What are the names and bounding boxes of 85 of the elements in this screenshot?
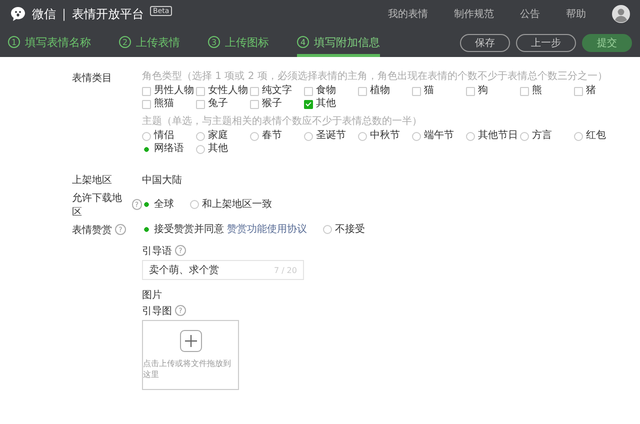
role-checkbox[interactable]: 女性人物: [196, 85, 250, 97]
role-checkbox[interactable]: 猫: [412, 85, 466, 97]
theme-radio[interactable]: 网络语: [142, 143, 196, 155]
role-checkbox[interactable]: 猪: [574, 85, 628, 97]
checkbox-icon[interactable]: [304, 86, 313, 96]
theme-radio[interactable]: 春节: [250, 130, 304, 142]
checkbox-icon[interactable]: [142, 100, 151, 108]
role-checkbox[interactable]: 男性人物: [142, 85, 196, 97]
role-hint: 角色类型（选择 1 项或 2 项，必须选择表情的主角，角色出现在表情的个数不少于表情总个数三分之一）: [142, 71, 608, 83]
radio-icon[interactable]: [520, 132, 529, 140]
title-divider: |: [62, 7, 66, 21]
role-checkbox[interactable]: 猴子: [250, 98, 304, 110]
checkbox-icon[interactable]: [574, 86, 583, 96]
brand-name: 微信: [32, 6, 56, 22]
radio-icon[interactable]: [196, 144, 205, 154]
field-label: 引导语: [142, 244, 172, 258]
nav-link[interactable]: 公告: [520, 7, 540, 21]
theme-radio[interactable]: 中秋节: [358, 130, 412, 142]
radio-icon[interactable]: [466, 132, 475, 140]
field-label: 表情类目: [72, 72, 113, 84]
radio-icon[interactable]: [574, 132, 583, 140]
step-tab[interactable]: 2 上传表情: [119, 28, 180, 57]
nav-link[interactable]: 帮助: [566, 7, 586, 21]
checkbox-icon[interactable]: [250, 86, 259, 96]
field-label: 表情赞赏: [72, 224, 112, 236]
avatar-icon[interactable]: [612, 5, 630, 23]
role-checkbox[interactable]: 纯文字: [250, 85, 304, 97]
radio-icon[interactable]: [190, 200, 199, 209]
role-checkbox[interactable]: 其他: [304, 98, 358, 110]
checkbox-icon[interactable]: [466, 86, 475, 96]
theme-radio[interactable]: 方言: [520, 130, 574, 142]
checkbox-icon[interactable]: [196, 100, 205, 108]
checkbox-icon[interactable]: [196, 86, 205, 96]
radio-icon[interactable]: [250, 132, 259, 140]
platform-title: 表情开放平台: [72, 6, 144, 22]
field-value: 中国大陆: [142, 174, 183, 186]
step-number: 3: [208, 36, 220, 48]
role-checkbox[interactable]: 植物: [358, 85, 412, 97]
role-checkbox[interactable]: 熊: [520, 85, 574, 97]
theme-radio[interactable]: 红包: [574, 130, 628, 142]
field-label: 上架地区: [72, 174, 113, 186]
field-label: 引导图: [142, 304, 172, 318]
checkbox-icon[interactable]: [520, 86, 529, 96]
field-label: 允许下载地区: [72, 192, 123, 218]
reward-option[interactable]: 接受赞赏并同意: [154, 224, 224, 236]
nav-link[interactable]: 制作规范: [454, 7, 494, 21]
role-checkbox[interactable]: 熊猫: [142, 98, 196, 110]
region-radio[interactable]: 和上架地区一致: [190, 198, 272, 210]
theme-radio[interactable]: 家庭: [196, 130, 250, 142]
role-checkbox[interactable]: 食物: [304, 85, 358, 97]
role-checkbox[interactable]: 兔子: [196, 98, 250, 110]
step-tab[interactable]: 1 填写表情名称: [8, 28, 91, 57]
step-tab[interactable]: 3 上传图标: [208, 28, 269, 57]
radio-icon[interactable]: [412, 132, 421, 140]
agreement-link[interactable]: 赞赏功能使用协议: [227, 224, 307, 236]
theme-radio[interactable]: 其他节日: [466, 130, 520, 142]
nav-link[interactable]: 我的表情: [388, 7, 428, 21]
plus-icon: [180, 330, 202, 352]
reward-option[interactable]: 不接受: [335, 224, 365, 236]
radio-icon[interactable]: [304, 132, 313, 140]
theme-hint: 主题（单选，与主题相关的表情个数应不少于表情总数的一半）: [142, 116, 423, 128]
step-number: 4: [297, 36, 309, 48]
checkbox-icon[interactable]: [142, 86, 151, 96]
checkbox-icon[interactable]: [250, 100, 259, 108]
checkbox-icon[interactable]: [358, 86, 367, 96]
region-radio[interactable]: 全球: [142, 198, 174, 210]
checkbox-icon[interactable]: [412, 86, 421, 96]
theme-radio[interactable]: 端午节: [412, 130, 466, 142]
checkbox-icon[interactable]: [304, 100, 313, 108]
step-tab[interactable]: 4 填写附加信息: [297, 28, 380, 57]
radio-icon[interactable]: [358, 132, 367, 140]
upload-hint: 点击上传或将文件拖放到这里: [143, 358, 232, 380]
theme-radio[interactable]: 其他: [196, 143, 250, 155]
step-number: 2: [119, 36, 131, 48]
theme-radio[interactable]: 情侣: [142, 130, 196, 142]
radio-icon[interactable]: [196, 132, 205, 140]
theme-radio[interactable]: 圣诞节: [304, 130, 358, 142]
logo-icon: [10, 6, 26, 22]
step-number: 1: [8, 36, 20, 48]
action-button[interactable]: 保存: [460, 34, 510, 52]
action-button[interactable]: 上一步: [516, 34, 576, 52]
section-title: 图片: [142, 288, 162, 301]
radio-icon[interactable]: [142, 132, 151, 140]
role-checkbox[interactable]: 狗: [466, 85, 520, 97]
radio-icon[interactable]: [323, 225, 332, 234]
